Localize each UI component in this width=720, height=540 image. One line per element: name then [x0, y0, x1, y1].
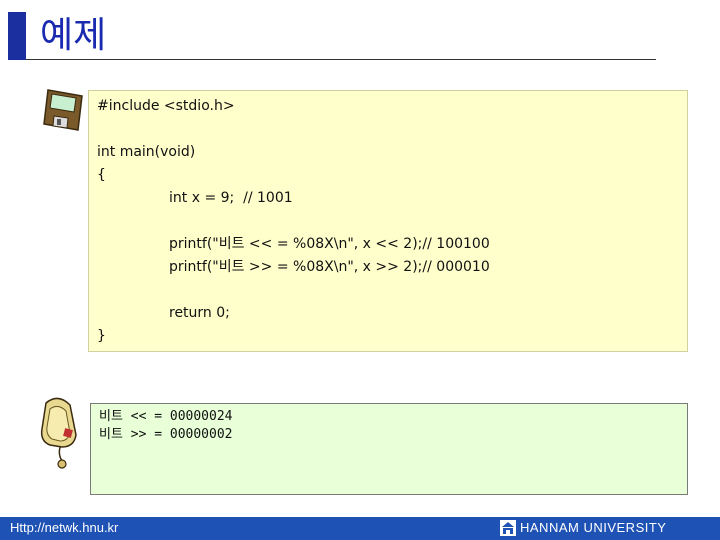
code-line: printf("비트 << = %08X\n", x << 2);// 1001…	[169, 236, 490, 252]
output-console: 비트 << = 00000024 비트 >> = 00000002	[90, 403, 688, 495]
title-divider	[26, 59, 656, 60]
mouse-icon	[40, 397, 77, 469]
footer-url[interactable]: Http://netwk.hnu.kr	[10, 520, 118, 535]
code-line: #include <stdio.h>	[97, 98, 235, 114]
code-line: int main(void)	[97, 144, 196, 160]
code-line: return 0;	[169, 305, 230, 321]
code-line: {	[97, 167, 106, 183]
code-line: int x = 9; // 1001	[169, 190, 293, 206]
floppy-disk-icon	[43, 89, 83, 131]
page-title: 예제	[40, 15, 107, 56]
title-accent-bar	[8, 12, 26, 60]
footer-university-name: HANNAM UNIVERSITY	[520, 520, 667, 535]
output-line: 비트 >> = 00000002	[99, 427, 233, 442]
code-line: }	[97, 328, 106, 344]
code-block: #include <stdio.h> int main(void) { int …	[88, 90, 688, 352]
footer-bar: Http://netwk.hnu.kr HANNAM UNIVERSITY	[0, 517, 720, 540]
university-logo-icon	[500, 520, 516, 536]
output-line: 비트 << = 00000024	[99, 409, 233, 424]
code-line: printf("비트 >> = %08X\n", x >> 2);// 0000…	[169, 259, 490, 275]
